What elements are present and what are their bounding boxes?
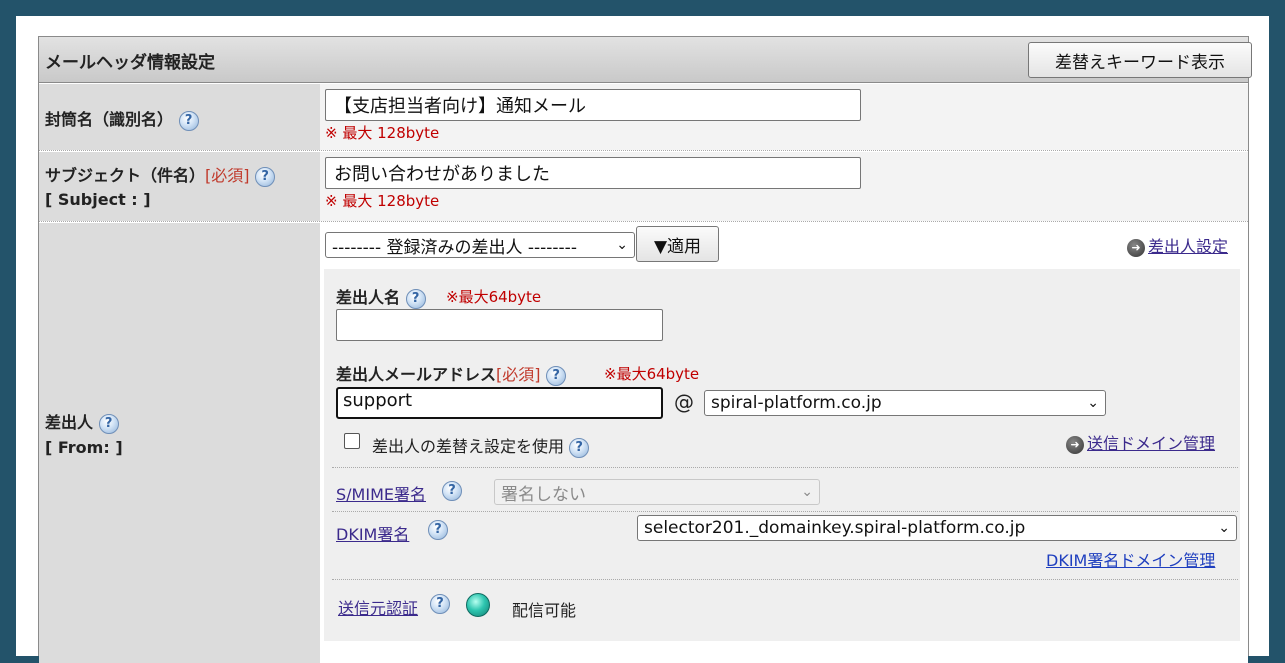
sender-name-note: ※最大64byte <box>446 288 542 306</box>
arrow-icon: ➜ <box>1127 238 1145 257</box>
help-icon[interactable]: ? <box>569 437 590 458</box>
sender-address-input[interactable]: support <box>336 387 663 419</box>
dkim-select[interactable]: selector201._domainkey.spiral-platform.c… <box>637 515 1237 541</box>
registered-sender-select[interactable]: -------- 登録済みの差出人 -------- ⌄ <box>325 232 635 258</box>
subject-body: お問い合わせがありました ※ 最大 128byte <box>320 152 1248 221</box>
panel-title: メールヘッダ情報設定 <box>45 53 215 73</box>
envelope-label-cell: 封筒名（識別名） ? <box>39 84 320 150</box>
at-sign: @ <box>674 390 694 414</box>
auth-status: 配信可能 <box>512 601 577 620</box>
help-icon[interactable]: ? <box>428 520 448 540</box>
help-icon[interactable]: ? <box>178 110 199 131</box>
divider <box>332 511 1238 512</box>
from-label-cell: 差出人 ? [ From: ] <box>39 223 320 663</box>
subject-required: [必須] <box>205 166 250 185</box>
envelope-note: ※ 最大 128byte <box>325 124 440 142</box>
help-icon[interactable]: ? <box>546 365 567 386</box>
envelope-row: 封筒名（識別名） ? 【支店担当者向け】通知メール ※ 最大 128byte <box>39 84 1248 151</box>
use-replace-checkbox[interactable] <box>344 433 360 449</box>
sender-name-input[interactable] <box>336 309 663 341</box>
subject-label: サブジェクト（件名） <box>45 166 206 185</box>
use-replace-label: 差出人の差替え設定を使用 <box>372 437 565 456</box>
subject-row: サブジェクト（件名）[必須] ? [ Subject : ] お問い合わせがあり… <box>39 152 1248 222</box>
dkim-domain-management-link[interactable]: DKIM署名ドメイン管理 <box>1046 547 1215 571</box>
smime-select[interactable]: 署名しない ⌄ <box>494 479 820 505</box>
smime-link[interactable]: S/MIME署名 <box>336 481 426 505</box>
subject-note: ※ 最大 128byte <box>325 192 440 210</box>
sender-auth-link[interactable]: 送信元認証 <box>338 595 418 619</box>
sender-name-label: 差出人名 <box>336 288 401 307</box>
chevron-down-icon: ⌄ <box>616 237 628 253</box>
envelope-name-input[interactable]: 【支店担当者向け】通知メール <box>325 89 861 121</box>
help-icon[interactable]: ? <box>442 481 462 501</box>
envelope-label: 封筒名（識別名） <box>45 110 174 129</box>
subject-sublabel: [ Subject : ] <box>45 190 151 209</box>
status-indicator-icon <box>466 593 490 617</box>
help-icon[interactable]: ? <box>430 594 450 614</box>
chevron-down-icon: ⌄ <box>801 484 813 500</box>
from-sublabel: [ From: ] <box>45 438 123 457</box>
dkim-link[interactable]: DKIM署名 <box>336 521 409 545</box>
help-icon[interactable]: ? <box>405 288 426 309</box>
main-frame: メールヘッダ情報設定 差替えキーワード表示 封筒名（識別名） ? 【支店担当者向… <box>16 16 1269 663</box>
sender-address-label: 差出人メールアドレス <box>336 365 497 384</box>
help-icon[interactable]: ? <box>255 166 276 187</box>
divider <box>332 467 1238 468</box>
sender-detail-block: 差出人名 ? ※最大64byte 差出人メールアドレス[必須] ? ※最大64b… <box>324 269 1240 641</box>
panel-header: メールヘッダ情報設定 差替えキーワード表示 <box>39 37 1252 83</box>
apply-button[interactable]: ▼適用 <box>636 226 719 262</box>
envelope-body: 【支店担当者向け】通知メール ※ 最大 128byte <box>320 84 1248 150</box>
domain-management-link[interactable]: ➜ 送信ドメイン管理 <box>1066 430 1215 454</box>
subject-label-cell: サブジェクト（件名）[必須] ? [ Subject : ] <box>39 152 320 221</box>
divider <box>332 579 1238 580</box>
sender-settings-link[interactable]: ➜ 差出人設定 <box>1127 233 1228 257</box>
subject-input[interactable]: お問い合わせがありました <box>325 157 861 189</box>
sender-address-required: [必須] <box>496 365 541 384</box>
chevron-down-icon: ⌄ <box>1218 520 1230 536</box>
sender-domain-select[interactable]: spiral-platform.co.jp ⌄ <box>704 390 1106 416</box>
help-icon[interactable]: ? <box>98 413 119 434</box>
arrow-icon: ➜ <box>1066 435 1084 454</box>
sender-address-note: ※最大64byte <box>604 365 700 383</box>
chevron-down-icon: ⌄ <box>1087 395 1099 411</box>
replace-keyword-button[interactable]: 差替えキーワード表示 <box>1028 42 1252 78</box>
mail-header-panel: メールヘッダ情報設定 差替えキーワード表示 封筒名（識別名） ? 【支店担当者向… <box>38 36 1252 663</box>
from-label: 差出人 <box>45 413 94 432</box>
